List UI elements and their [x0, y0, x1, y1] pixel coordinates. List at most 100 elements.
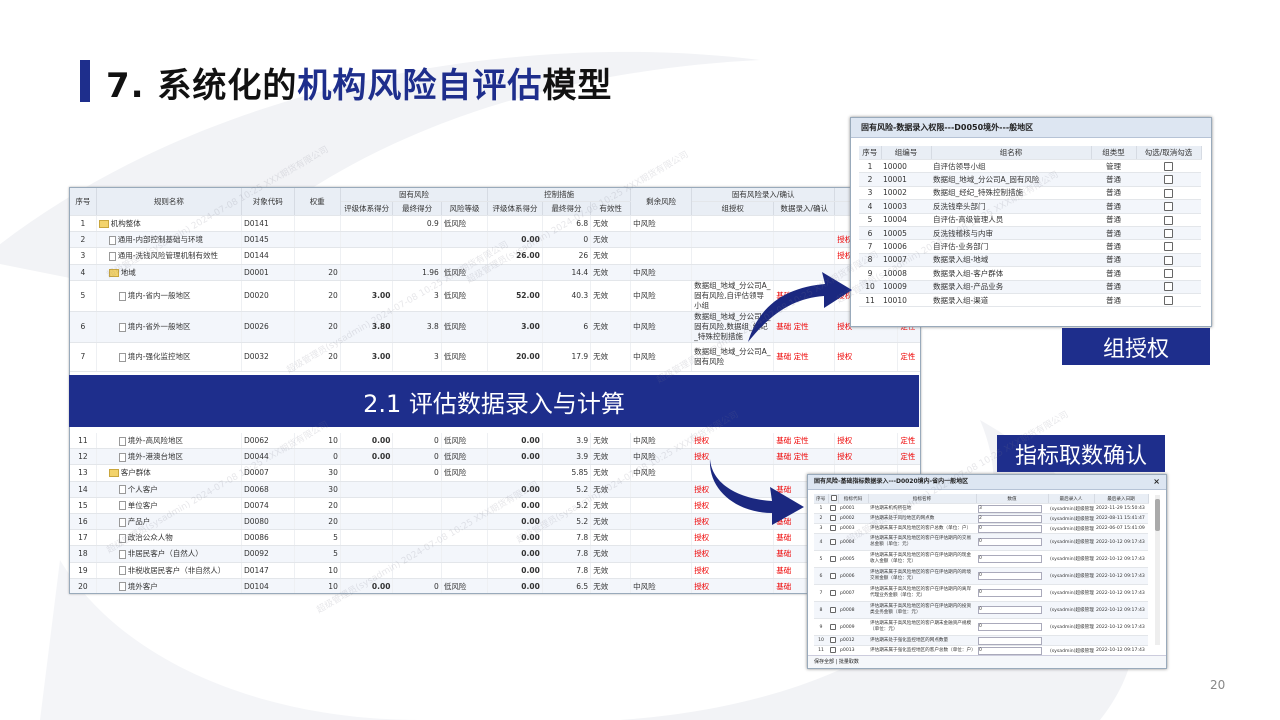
rule-name[interactable]: 政治公众人物 — [96, 529, 242, 547]
checkbox[interactable] — [1164, 295, 1173, 305]
checkbox[interactable] — [1164, 242, 1173, 252]
data-entry-cell[interactable] — [773, 215, 836, 233]
table-row[interactable]: 1 机构整体 D0141 0.9 低风险 6.8 无效 中风险 — [70, 215, 920, 233]
close-icon[interactable]: × — [1153, 475, 1160, 489]
row-select[interactable] — [828, 503, 838, 514]
rule-name[interactable]: 境内-强化监控地区 — [96, 342, 242, 372]
rule-name[interactable]: 通用-内部控制基础与环境 — [96, 231, 242, 249]
group-toggle[interactable] — [1136, 226, 1201, 241]
checkbox[interactable] — [830, 637, 836, 644]
table-row[interactable]: 11 境外-高风险地区 D0062 10 0.00 0 低风险 0.00 3.9 无效 中风险 授权基… — [70, 433, 920, 450]
table-row[interactable]: 17 政治公众人物 D0086 5 0.00 7.8 无效 授权 基础 — [70, 529, 920, 547]
group-auth-2-cell[interactable]: 授权 — [834, 433, 899, 450]
row-select[interactable] — [828, 513, 838, 524]
rule-name[interactable]: 个人客户 — [96, 481, 242, 498]
indicator-value[interactable]: 3 — [976, 503, 1048, 514]
table-row[interactable]: 3 p0003 评估期末属于高风险地区的客户总数（单位：户） 0 (sysadmin)超… — [814, 523, 1148, 534]
checkbox[interactable] — [830, 555, 836, 562]
rule-name[interactable]: 境外-港澳台地区 — [96, 448, 242, 466]
checkbox[interactable] — [1164, 188, 1173, 198]
row-select[interactable] — [828, 584, 838, 602]
group-auth-2-cell[interactable]: 授权 — [834, 448, 899, 466]
row-select[interactable] — [828, 635, 838, 646]
list-item[interactable]: 11 10010 数据录入组-渠道 普通 — [859, 293, 1201, 308]
table-row[interactable]: 10 p0012 评估期末处于强化监控地区的网点数量 — [814, 635, 1148, 646]
rule-name[interactable]: 境外-高风险地区 — [96, 433, 242, 450]
checkbox[interactable] — [1164, 228, 1173, 238]
indicator-value[interactable]: 0 — [976, 550, 1048, 568]
extra-cell[interactable]: 定性 — [897, 448, 920, 466]
group-toggle[interactable] — [1136, 280, 1201, 294]
group-toggle[interactable] — [1136, 253, 1201, 268]
checkbox[interactable] — [830, 525, 836, 532]
row-select[interactable] — [828, 601, 838, 619]
rule-name[interactable]: 通用-洗钱风险管理机制有效性 — [96, 247, 242, 265]
rule-name[interactable]: 境内-省外一般地区 — [96, 311, 242, 343]
list-item[interactable]: 10 10009 数据录入组-产品业务 普通 — [859, 280, 1201, 294]
list-item[interactable]: 1 10000 自评估领导小组 管理 — [859, 159, 1201, 174]
list-item[interactable]: 7 10006 自评估-业务部门 普通 — [859, 239, 1201, 254]
list-item[interactable]: 5 10004 自评估-高级管理人员 普通 — [859, 213, 1201, 227]
table-row[interactable]: 1 p0001 评估期末机构所在地 3 (sysadmin)超级管理员 2022-11-2… — [814, 503, 1148, 514]
indicator-value[interactable] — [976, 635, 1048, 646]
group-toggle[interactable] — [1136, 199, 1201, 214]
indicator-value[interactable]: 0 — [976, 601, 1048, 619]
value-input[interactable]: 0 — [978, 623, 1042, 631]
group-auth-cell[interactable]: 授权 — [691, 433, 775, 450]
group-auth-cell[interactable]: 授权 — [691, 529, 775, 547]
value-input[interactable] — [978, 636, 1042, 645]
group-toggle[interactable] — [1136, 159, 1201, 174]
indicator-value[interactable]: 0 — [976, 618, 1048, 636]
row-select[interactable] — [828, 567, 838, 585]
select-all-checkbox[interactable] — [830, 495, 837, 502]
list-item[interactable]: 8 10007 数据录入组-地域 普通 — [859, 253, 1201, 268]
indicator-value[interactable]: 0 — [976, 584, 1048, 602]
table-row[interactable]: 6 p0006 评估期末属于高风险地区的客户在评估期内的跨境交易金额（单位：元） 0 (… — [814, 567, 1148, 585]
rule-name[interactable]: 境内-省内一般地区 — [96, 280, 242, 312]
list-item[interactable]: 9 10008 数据录入组-客户群体 普通 — [859, 266, 1201, 281]
checkbox[interactable] — [1164, 269, 1173, 279]
row-select[interactable] — [828, 523, 838, 534]
rule-name[interactable]: 非居民客户（自然人） — [96, 545, 242, 563]
value-input[interactable]: 0 — [978, 572, 1042, 580]
group-auth-cell[interactable] — [691, 215, 775, 233]
group-toggle[interactable] — [1136, 293, 1201, 308]
value-input[interactable]: 0 — [978, 555, 1042, 563]
table-row[interactable]: 5 p0005 评估期末属于高风险地区的客户在评估期内的现金收入金额（单位：元） 0 (… — [814, 550, 1148, 568]
scrollbar[interactable] — [1155, 495, 1160, 645]
checkbox[interactable] — [1164, 255, 1173, 265]
rule-name[interactable]: 机构整体 — [96, 215, 242, 233]
extra-cell[interactable]: 定性 — [897, 433, 920, 450]
rule-name[interactable]: 单位客户 — [96, 497, 242, 514]
group-auth-cell[interactable]: 授权 — [691, 545, 775, 563]
rule-name[interactable]: 境外客户 — [96, 578, 242, 593]
row-select[interactable] — [828, 533, 838, 551]
checkbox[interactable] — [830, 647, 836, 654]
group-toggle[interactable] — [1136, 172, 1201, 187]
indicator-value[interactable]: 0 — [976, 523, 1048, 534]
checkbox[interactable] — [1164, 161, 1173, 171]
table-row[interactable]: 9 p0009 评估期末属于高风险地区的客户期末金融资产规模（单位：元） 0 (sysa… — [814, 618, 1148, 636]
table-row[interactable]: 8 p0008 评估期末属于高风险地区的客户在评估期内的投资类业务金额（单位：元） 0… — [814, 601, 1148, 619]
list-item[interactable]: 4 10003 反洗钱牵头部门 普通 — [859, 199, 1201, 214]
indicator-value[interactable]: 0 — [976, 645, 1048, 656]
rule-name[interactable]: 地域 — [96, 264, 242, 281]
group-auth-cell[interactable] — [691, 231, 775, 249]
row-select[interactable] — [828, 618, 838, 636]
group-toggle[interactable] — [1136, 239, 1201, 254]
rule-name[interactable]: 客户群体 — [96, 464, 242, 482]
table-row[interactable]: 11 p0013 评估期末属于强化监控地区的客户总数（单位：户） 0 (sysadmin… — [814, 645, 1148, 656]
list-item[interactable]: 6 10005 反洗钱稽核与内审 普通 — [859, 226, 1201, 241]
group-toggle[interactable] — [1136, 213, 1201, 227]
table-row[interactable]: 19 非税收居民客户（非自然人） D0147 10 0.00 7.8 无效 授权 基础 — [70, 562, 920, 579]
value-input[interactable]: 0 — [978, 646, 1042, 655]
checkbox[interactable] — [830, 589, 836, 596]
table-row[interactable]: 2通用-内部控制基础与环境D01450.000无效授权定性 — [70, 231, 920, 249]
checkbox[interactable] — [830, 515, 836, 522]
indicator-value[interactable]: 0 — [976, 567, 1048, 585]
value-input[interactable]: 3 — [978, 504, 1042, 513]
table-row[interactable]: 2 p0002 评估期末处于风险地区的网点数 2 (sysadmin)超级管理员 2022… — [814, 513, 1148, 524]
data-entry-cell[interactable] — [773, 231, 836, 249]
table-row[interactable]: 7 p0007 评估期末属于高风险地区的客户在评估期内的离岸代理业务金额（单位：元）… — [814, 584, 1148, 602]
rule-name[interactable]: 非税收居民客户（非自然人） — [96, 562, 242, 579]
